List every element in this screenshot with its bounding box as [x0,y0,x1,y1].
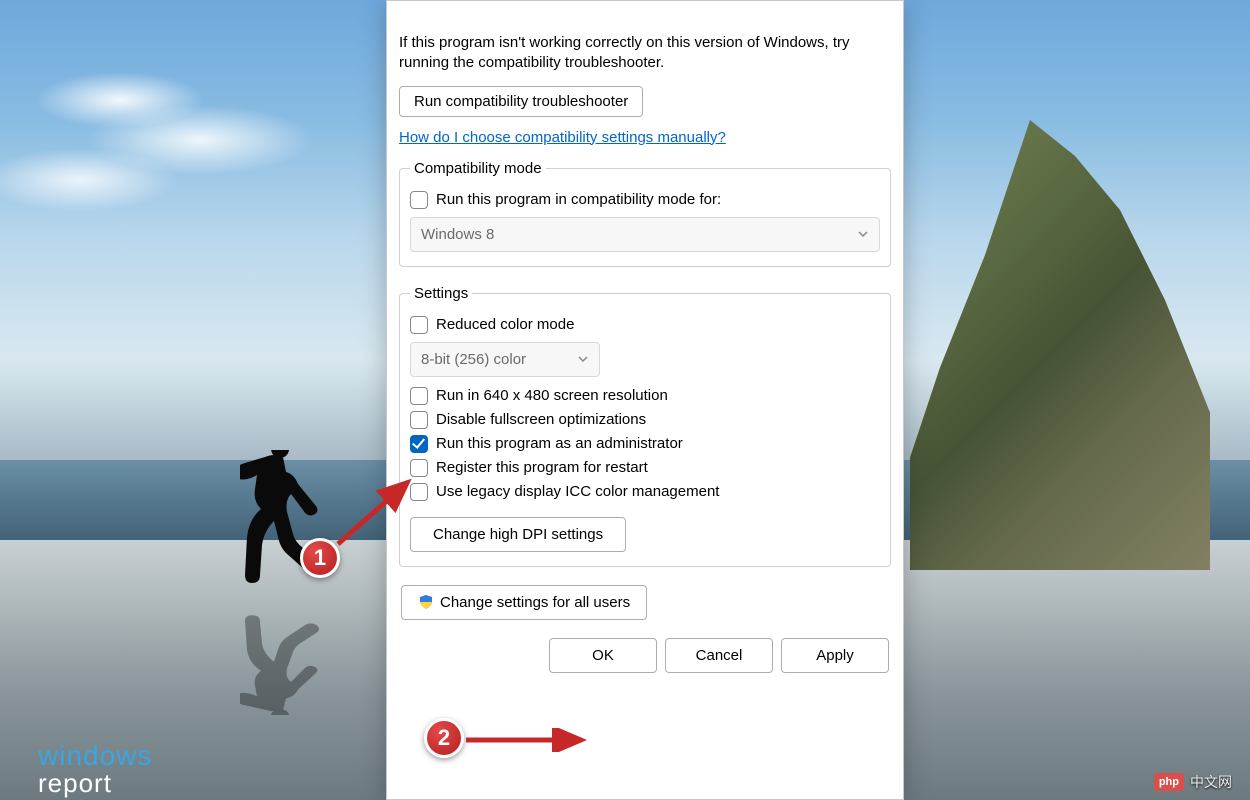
php-watermark: php 中文网 [1154,772,1232,792]
run-troubleshooter-button[interactable]: Run compatibility troubleshooter [399,86,643,117]
windowsreport-watermark: windows report [38,742,152,796]
compat-mode-label: Run this program in compatibility mode f… [436,191,721,208]
legacy-icc-label: Use legacy display ICC color management [436,483,719,500]
php-text: 中文网 [1190,772,1232,792]
disable-fullscreen-checkbox[interactable] [410,411,428,429]
apply-button[interactable]: Apply [781,638,889,673]
color-depth-dropdown[interactable]: 8-bit (256) color [410,342,600,377]
run-640x480-checkbox[interactable] [410,387,428,405]
reduced-color-label: Reduced color mode [436,316,574,333]
runner-silhouette [240,450,330,610]
change-all-users-button[interactable]: Change settings for all users [401,585,647,620]
disable-fullscreen-label: Disable fullscreen optimizations [436,411,646,428]
dialog-footer: OK Cancel Apply [387,638,903,689]
annotation-marker-2: 2 [424,718,464,758]
mountain-decoration [910,120,1210,570]
compatibility-mode-group: Compatibility mode Run this program in c… [399,160,891,267]
register-restart-checkbox[interactable] [410,459,428,477]
compat-help-link[interactable]: How do I choose compatibility settings m… [399,129,726,146]
change-dpi-button[interactable]: Change high DPI settings [410,517,626,552]
annotation-marker-1: 1 [300,538,340,578]
compatibility-mode-legend: Compatibility mode [410,160,546,177]
compat-os-dropdown[interactable]: Windows 8 [410,217,880,252]
shield-icon [418,594,434,610]
compat-os-value: Windows 8 [421,226,494,243]
compat-description: If this program isn't working correctly … [399,33,891,74]
cancel-button[interactable]: Cancel [665,638,773,673]
legacy-icc-checkbox[interactable] [410,483,428,501]
run-as-admin-checkbox[interactable] [410,435,428,453]
watermark-line1: windows [38,742,152,770]
settings-legend: Settings [410,285,472,302]
chevron-down-icon [577,353,589,365]
compat-mode-checkbox[interactable] [410,191,428,209]
watermark-line2: report [38,770,152,796]
ok-button[interactable]: OK [549,638,657,673]
php-badge: php [1154,773,1184,791]
settings-group: Settings Reduced color mode 8-bit (256) … [399,285,891,567]
run-as-admin-label: Run this program as an administrator [436,435,683,452]
chevron-down-icon [857,228,869,240]
color-depth-value: 8-bit (256) color [421,351,526,368]
reduced-color-checkbox[interactable] [410,316,428,334]
runner-reflection [240,625,330,715]
clouds-decoration [0,40,380,240]
change-all-users-label: Change settings for all users [440,594,630,611]
run-640x480-label: Run in 640 x 480 screen resolution [436,387,668,404]
register-restart-label: Register this program for restart [436,459,648,476]
compatibility-properties-dialog: If this program isn't working correctly … [386,0,904,800]
